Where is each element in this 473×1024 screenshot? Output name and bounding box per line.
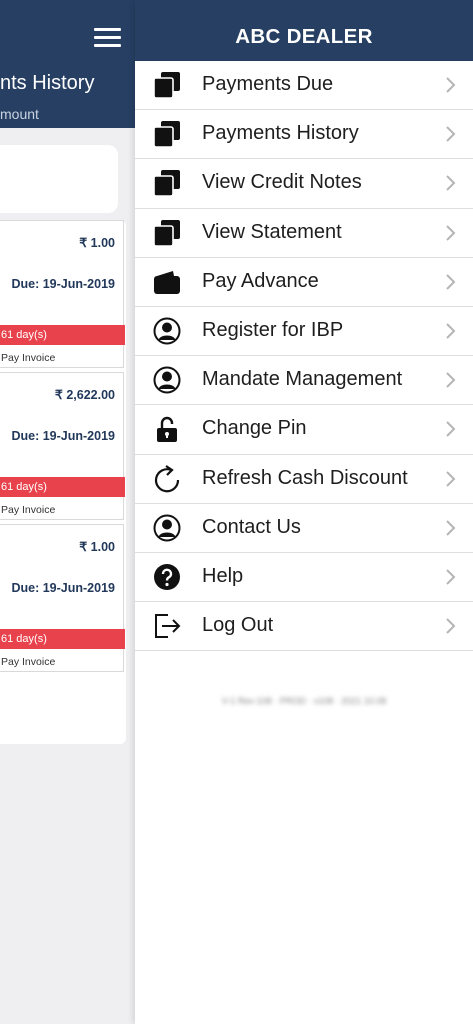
menu-item-label: Payments Due bbox=[202, 73, 334, 95]
chevron-right-icon bbox=[446, 323, 456, 339]
menu-item-refresh-cash-discount[interactable]: Refresh Cash Discount bbox=[135, 455, 473, 504]
copy-icon bbox=[153, 121, 180, 148]
user-circle-icon bbox=[153, 514, 181, 542]
chevron-right-icon bbox=[446, 421, 456, 438]
menu-item-view-statement[interactable]: View Statement bbox=[135, 209, 473, 258]
chevron-right-icon bbox=[446, 519, 456, 536]
chevron-right-icon bbox=[446, 618, 456, 634]
menu-item-pay-advance[interactable]: Pay Advance bbox=[135, 258, 473, 307]
chevron-right-icon bbox=[446, 126, 456, 142]
menu-item-change-pin[interactable]: Change Pin bbox=[135, 405, 473, 455]
chevron-right-icon bbox=[446, 77, 456, 93]
invoice-card[interactable]: ₹ 1.00 Due: 19-Jun-2019 61 day(s) Pay In… bbox=[0, 524, 125, 672]
search-box[interactable]: ⌕ bbox=[0, 145, 118, 213]
user-circle-icon bbox=[153, 317, 181, 345]
pay-invoice-link[interactable]: Pay Invoice bbox=[1, 504, 55, 516]
dealer-name: ABC DEALER bbox=[235, 25, 373, 48]
invoice-list: ₹ 1.00 Due: 19-Jun-2019 61 day(s) Pay In… bbox=[0, 220, 126, 744]
copy-icon bbox=[153, 170, 180, 198]
logout-icon bbox=[155, 614, 181, 639]
menu-item-mandate-management[interactable]: Mandate Management bbox=[135, 356, 473, 406]
menu-item-log-out[interactable]: Log Out bbox=[135, 602, 473, 652]
wallet-icon bbox=[154, 270, 180, 294]
side-drawer: ABC DEALER Payments Due Payments History bbox=[135, 0, 473, 1024]
invoice-due-date: Due: 19-Jun-2019 bbox=[11, 429, 115, 443]
menu-item-label: Help bbox=[202, 564, 244, 587]
user-circle-icon bbox=[153, 366, 181, 394]
invoice-amount: ₹ 1.00 bbox=[79, 540, 115, 554]
invoice-due-date: Due: 19-Jun-2019 bbox=[11, 277, 115, 291]
hamburger-menu-icon[interactable] bbox=[94, 28, 121, 48]
chevron-right-icon bbox=[446, 175, 456, 192]
menu-item-view-credit-notes[interactable]: View Credit Notes bbox=[135, 159, 473, 209]
refresh-icon bbox=[154, 464, 180, 492]
menu-item-label: Mandate Management bbox=[202, 368, 403, 391]
menu-item-payments-due[interactable]: Payments Due bbox=[135, 61, 473, 111]
drawer-header: ABC DEALER bbox=[135, 0, 473, 61]
menu-item-label: Pay Advance bbox=[202, 269, 319, 292]
menu-item-contact-us[interactable]: Contact Us bbox=[135, 504, 473, 553]
menu-item-label: Payments History bbox=[202, 122, 359, 145]
menu-item-register-for-ibp[interactable]: Register for IBP bbox=[135, 307, 473, 357]
chevron-right-icon bbox=[446, 569, 456, 585]
help-icon bbox=[154, 563, 180, 590]
overdue-badge: 61 day(s) bbox=[0, 629, 125, 649]
copy-icon bbox=[153, 219, 180, 247]
invoice-card[interactable]: ₹ 2,622.00 Due: 19-Jun-2019 61 day(s) Pa… bbox=[0, 372, 125, 520]
pay-invoice-link[interactable]: Pay Invoice bbox=[1, 656, 55, 668]
menu-item-label: Contact Us bbox=[202, 515, 301, 538]
menu-item-label: View Statement bbox=[202, 220, 342, 243]
overdue-badge: 61 day(s) bbox=[0, 325, 125, 345]
menu-item-payments-history[interactable]: Payments History bbox=[135, 110, 473, 160]
background-screen: nts History mount ⌕ ₹ 1.00 Due: 19-Jun-2… bbox=[0, 0, 136, 1024]
chevron-right-icon bbox=[446, 372, 456, 388]
menu-item-label: Change Pin bbox=[202, 417, 307, 440]
menu-item-label: View Credit Notes bbox=[202, 171, 362, 194]
app-screen: nts History mount ⌕ ₹ 1.00 Due: 19-Jun-2… bbox=[0, 0, 473, 1024]
menu-item-label: Log Out bbox=[202, 614, 274, 637]
copy-icon bbox=[153, 72, 180, 99]
unlock-icon bbox=[157, 417, 177, 443]
invoice-amount: ₹ 2,622.00 bbox=[54, 388, 115, 402]
overdue-badge: 61 day(s) bbox=[0, 477, 125, 497]
pay-invoice-link[interactable]: Pay Invoice bbox=[1, 352, 55, 364]
invoice-due-date: Due: 19-Jun-2019 bbox=[11, 581, 115, 595]
menu-item-label: Refresh Cash Discount bbox=[202, 466, 408, 489]
invoice-card[interactable]: ₹ 1.00 Due: 19-Jun-2019 61 day(s) Pay In… bbox=[0, 220, 125, 368]
background-page-title: nts History bbox=[0, 72, 95, 94]
chevron-right-icon bbox=[446, 274, 456, 290]
chevron-right-icon bbox=[446, 224, 456, 241]
app-version-text: V-1 Rev-108 · PROD · v108 · 2021 10.08 bbox=[221, 696, 387, 706]
background-header: nts History mount bbox=[0, 0, 136, 128]
background-page-subtitle: mount bbox=[0, 106, 39, 122]
drawer-menu: Payments Due Payments History View Credi… bbox=[135, 61, 473, 652]
menu-item-label: Register for IBP bbox=[202, 318, 344, 341]
menu-item-help[interactable]: Help bbox=[135, 553, 473, 603]
chevron-right-icon bbox=[446, 470, 456, 487]
invoice-amount: ₹ 1.00 bbox=[79, 236, 115, 250]
